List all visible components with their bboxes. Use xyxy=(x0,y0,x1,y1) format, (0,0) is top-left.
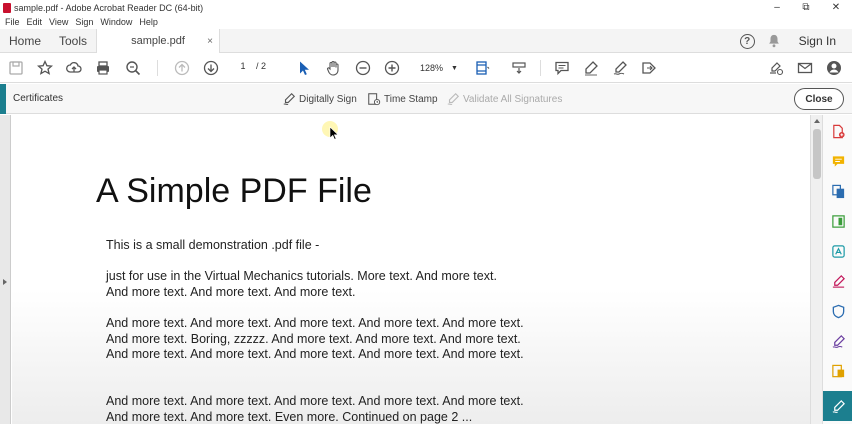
certificates-toolbar: Certificates Digitally Sign Time Stamp V… xyxy=(0,84,852,114)
save-icon[interactable] xyxy=(7,59,25,77)
right-tools-panel xyxy=(822,115,852,424)
document-view[interactable]: A Simple PDF File This is a small demons… xyxy=(12,115,810,424)
page-number-input[interactable]: 1 xyxy=(233,61,253,75)
enhance-scans-icon[interactable] xyxy=(830,243,846,259)
create-pdf-icon[interactable] xyxy=(830,123,846,139)
print-icon[interactable] xyxy=(94,59,112,77)
zoom-level-dropdown[interactable]: 128% ▼ xyxy=(414,61,464,75)
page-total: / 2 xyxy=(256,61,267,71)
chevron-down-icon: ▼ xyxy=(451,64,458,72)
close-tab-icon[interactable]: × xyxy=(207,36,213,47)
main-toolbar: 1 / 2 128% ▼ xyxy=(0,53,852,83)
validate-signatures-button[interactable]: Validate All Signatures xyxy=(446,92,562,106)
menu-bar: File Edit View Sign Window Help xyxy=(0,15,852,29)
time-stamp-icon xyxy=(368,93,381,106)
help-icon[interactable]: ? xyxy=(739,33,755,49)
menu-view[interactable]: View xyxy=(49,17,68,27)
share-tag-icon[interactable] xyxy=(640,59,658,77)
digitally-sign-label: Digitally Sign xyxy=(299,93,357,105)
tab-home[interactable]: Home xyxy=(0,34,50,48)
document-title: A Simple PDF File xyxy=(96,172,372,210)
account-icon[interactable] xyxy=(825,59,843,77)
document-tab-label: sample.pdf xyxy=(131,35,185,47)
validate-signatures-label: Validate All Signatures xyxy=(463,93,563,105)
digitally-sign-button[interactable]: Digitally Sign xyxy=(282,92,357,106)
window-close-button[interactable]: ✕ xyxy=(821,0,851,15)
time-stamp-label: Time Stamp xyxy=(384,93,438,105)
link-sign-icon[interactable] xyxy=(767,59,785,77)
time-stamp-button[interactable]: Time Stamp xyxy=(367,92,438,106)
menu-help[interactable]: Help xyxy=(139,17,158,27)
minimize-button[interactable]: – xyxy=(762,0,792,15)
highlight-pen-icon[interactable] xyxy=(582,59,600,77)
pdf-file-icon xyxy=(3,2,11,13)
email-icon[interactable] xyxy=(796,59,814,77)
zoom-in-icon[interactable] xyxy=(383,59,401,77)
menu-window[interactable]: Window xyxy=(100,17,132,27)
mouse-cursor-icon xyxy=(329,126,339,140)
paragraph-4: And more text. And more text. And more t… xyxy=(106,394,524,424)
bell-icon[interactable] xyxy=(767,34,781,48)
paragraph-2: just for use in the Virtual Mechanics tu… xyxy=(106,269,497,299)
certificates-accent xyxy=(0,84,6,114)
page-fit-icon[interactable] xyxy=(473,59,491,77)
request-signature-icon[interactable] xyxy=(830,333,846,349)
menu-edit[interactable]: Edit xyxy=(27,17,43,27)
organize-pages-icon[interactable] xyxy=(830,213,846,229)
expand-arrow-icon xyxy=(3,279,7,285)
title-bar: sample.pdf - Adobe Acrobat Reader DC (64… xyxy=(0,0,852,15)
menu-sign[interactable]: Sign xyxy=(75,17,93,27)
scroll-mode-icon[interactable] xyxy=(510,59,528,77)
certificates-tool-icon[interactable] xyxy=(823,391,852,421)
tab-bar: Home Tools sample.pdf × ? Sign In xyxy=(0,29,852,53)
next-page-icon[interactable] xyxy=(202,59,220,77)
toolbar-divider xyxy=(157,60,158,76)
cloud-upload-icon[interactable] xyxy=(65,59,83,77)
comment-tool-icon[interactable] xyxy=(830,153,846,169)
zoom-level-value: 128% xyxy=(420,63,444,73)
select-cursor-icon[interactable] xyxy=(295,59,313,77)
paragraph-1: This is a small demonstration .pdf file … xyxy=(106,238,320,252)
vertical-scrollbar[interactable] xyxy=(810,115,822,424)
hand-tool-icon[interactable] xyxy=(324,59,342,77)
close-certificates-button[interactable]: Close xyxy=(794,88,844,110)
sign-in-button[interactable]: Sign In xyxy=(799,34,836,48)
tab-document[interactable]: sample.pdf × xyxy=(96,29,220,53)
left-panel-toggle[interactable] xyxy=(0,115,11,424)
scrollbar-thumb[interactable] xyxy=(813,129,821,179)
paragraph-3: And more text. And more text. And more t… xyxy=(106,316,524,361)
menu-file[interactable]: File xyxy=(5,17,20,27)
fill-sign-icon[interactable] xyxy=(611,59,629,77)
protect-shield-icon[interactable] xyxy=(830,303,846,319)
validate-icon xyxy=(447,92,460,105)
previous-page-icon[interactable] xyxy=(173,59,191,77)
fill-sign-tool-icon[interactable] xyxy=(830,273,846,289)
scroll-up-icon[interactable] xyxy=(814,119,820,123)
pen-sign-icon xyxy=(283,92,296,105)
restore-button[interactable]: ⧉ xyxy=(791,0,821,15)
send-for-review-icon[interactable] xyxy=(830,363,846,379)
comment-icon[interactable] xyxy=(553,59,571,77)
bookmark-star-icon[interactable] xyxy=(36,59,54,77)
export-pdf-icon[interactable] xyxy=(830,183,846,199)
certificates-title: Certificates xyxy=(13,93,64,104)
toolbar-divider-2 xyxy=(540,60,541,76)
tab-tools[interactable]: Tools xyxy=(48,34,98,48)
find-zoom-icon[interactable] xyxy=(124,59,142,77)
window-title: sample.pdf - Adobe Acrobat Reader DC (64… xyxy=(14,2,204,13)
zoom-out-icon[interactable] xyxy=(354,59,372,77)
